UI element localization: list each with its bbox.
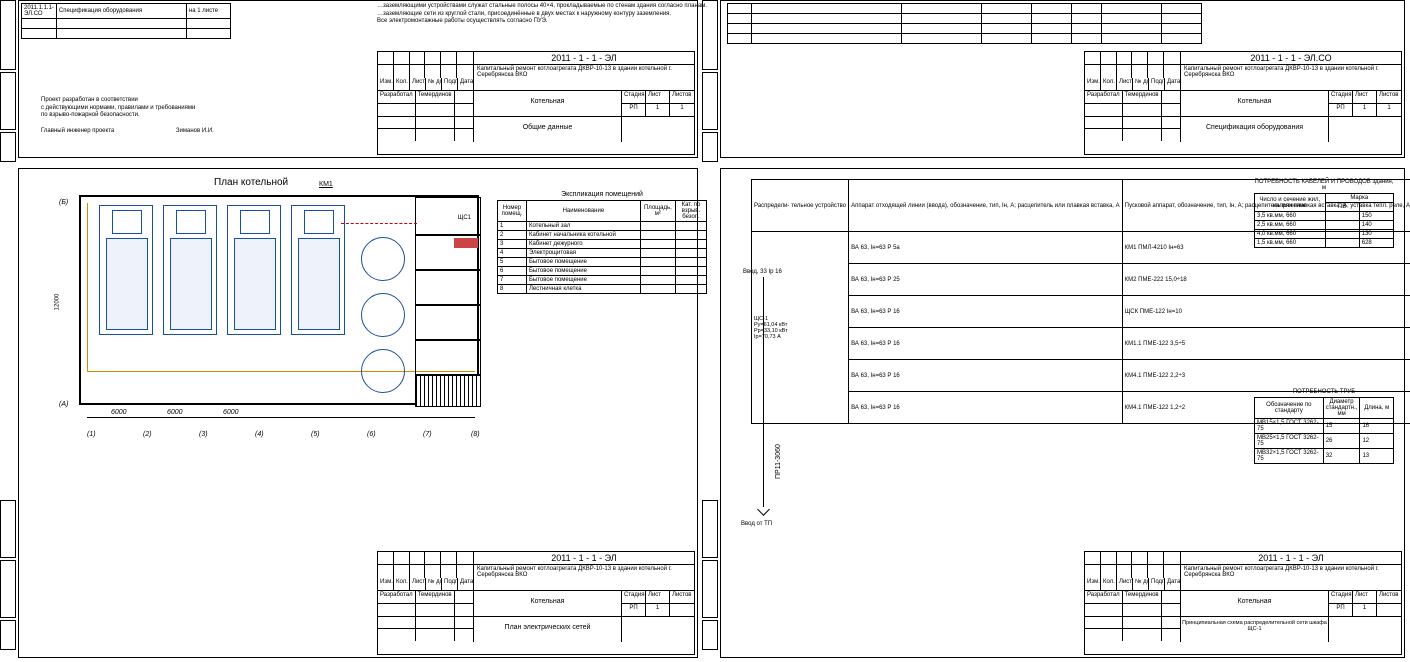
note-line: …заземляющими устройствами служат стальн…: [377, 3, 707, 11]
foot-line: по взрыво-пожарной безопасности.: [41, 112, 361, 120]
foot-line: с действующими нормами, правилами и треб…: [41, 105, 361, 113]
plan-title: План котельной: [214, 177, 288, 188]
foot-line: Проект разработан в соответствии: [41, 97, 361, 105]
doc-name: Спецификация оборудования: [56, 4, 186, 19]
pipe-need-table: ПОТРЕБНОСТЬ ТРУБ Обозначение по стандарт…: [1254, 389, 1394, 464]
doc-sheets: на 1 листе: [186, 4, 230, 19]
note-line: …заземляющие сети из круглой стали, прис…: [377, 11, 707, 19]
tb-code: 2011 - 1 - 1 - ЭЛ: [474, 52, 694, 65]
explication-table: Экспликация помещений Номер помещ. Наиме…: [497, 191, 707, 294]
foot-line: Главный инженер проекта: [41, 128, 114, 134]
titleblock-tl: 2011 - 1 - 1 - ЭЛ Капитальный ремонт кот…: [377, 51, 695, 155]
sheet-br: Распредели- тельное устройство Аппарат о…: [720, 168, 1405, 658]
sheet-bl: План котельной КМ1 ЩС1 (Б) (А) (1) (2) (…: [18, 168, 698, 658]
note-line: Все электромонтажные работы осуществлять…: [377, 18, 707, 26]
doc-code: 2011.1.1.1-ЭЛ.СО: [22, 4, 57, 19]
titleblock-bl: 2011 - 1 - 1 - ЭЛ Капитальный ремонт кот…: [377, 551, 695, 655]
sheet-tl: 2011.1.1.1-ЭЛ.СО Спецификация оборудован…: [18, 0, 698, 158]
tb-doc: Общие данные: [474, 117, 622, 142]
tb-desc: Капитальный ремонт котлоагрегата ДКВР-10…: [474, 65, 694, 79]
foot-line: Зиманов И.И.: [176, 128, 214, 134]
riser-line: [759, 277, 769, 517]
plan-outline: ЩС1: [79, 195, 479, 405]
sheet-tr: 2011 - 1 - 1 - ЭЛ.СО Капитальный ремонт …: [720, 0, 1405, 158]
titleblock-br: 2011 - 1 - 1 - ЭЛ Капитальный ремонт кот…: [1084, 551, 1402, 655]
cable-need-table: ПОТРЕБНОСТЬ КАБЕЛЕЙ И ПРОВОДОВ здания, м…: [1254, 179, 1394, 248]
titleblock-tr: 2011 - 1 - 1 - ЭЛ.СО Капитальный ремонт …: [1084, 51, 1402, 155]
tb-object: Котельная: [474, 91, 622, 116]
